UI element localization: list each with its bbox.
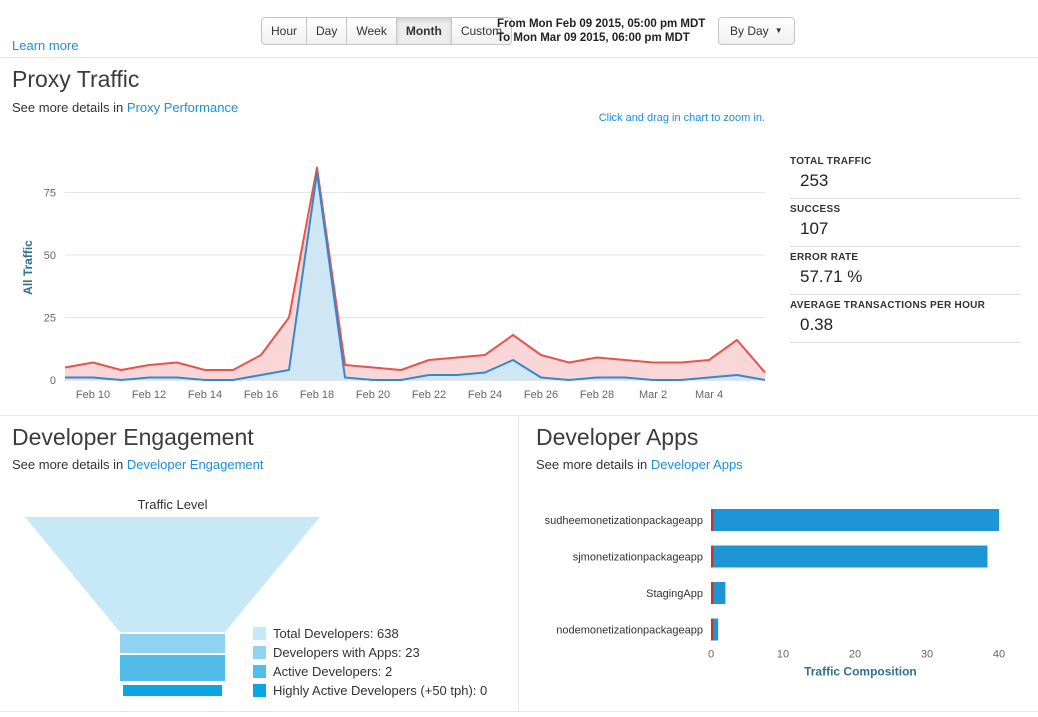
- legend-item-total-developers: Total Developers: 638: [253, 626, 487, 641]
- developer-apps-subtitle: See more details in Developer Apps: [536, 457, 743, 472]
- range-week-button[interactable]: Week: [347, 17, 396, 45]
- svg-text:20: 20: [849, 649, 861, 661]
- svg-text:Traffic Composition: Traffic Composition: [804, 665, 917, 679]
- stat-value: 253: [790, 171, 1020, 191]
- stat-avg-tph: AVERAGE TRANSACTIONS PER HOUR 0.38: [790, 295, 1020, 343]
- traffic-stats-panel: TOTAL TRAFFIC 253 SUCCESS 107 ERROR RATE…: [790, 151, 1020, 343]
- range-day-button[interactable]: Day: [307, 17, 347, 45]
- stat-label: ERROR RATE: [790, 252, 1020, 263]
- stat-value: 57.71 %: [790, 267, 1020, 287]
- stat-label: SUCCESS: [790, 204, 1020, 215]
- svg-text:Feb 14: Feb 14: [188, 389, 222, 401]
- stat-error-rate: ERROR RATE 57.71 %: [790, 247, 1020, 295]
- apps-chart: sudheemonetizationpackageapp sjmonetizati…: [519, 495, 1034, 695]
- legend-swatch-icon: [253, 684, 266, 697]
- svg-text:30: 30: [921, 649, 933, 661]
- proxy-performance-link[interactable]: Proxy Performance: [127, 100, 238, 115]
- subtitle-prefix: See more details in: [12, 100, 123, 115]
- svg-text:Feb 12: Feb 12: [132, 389, 166, 401]
- funnel-title: Traffic Level: [0, 497, 345, 512]
- svg-text:Feb 26: Feb 26: [524, 389, 558, 401]
- svg-text:10: 10: [777, 649, 789, 661]
- svg-text:50: 50: [44, 250, 56, 262]
- developer-apps-title: Developer Apps: [536, 424, 698, 451]
- legend-item-highly-active-developers: Highly Active Developers (+50 tph): 0: [253, 683, 487, 698]
- svg-text:Feb 20: Feb 20: [356, 389, 390, 401]
- legend-item-developers-with-apps: Developers with Apps: 23: [253, 645, 487, 660]
- proxy-traffic-subtitle: See more details in Proxy Performance: [12, 100, 238, 115]
- developer-apps-link[interactable]: Developer Apps: [651, 457, 743, 472]
- svg-text:Mar 4: Mar 4: [695, 389, 723, 401]
- legend-label: Active Developers: 2: [273, 664, 392, 679]
- proxy-traffic-title: Proxy Traffic: [12, 66, 139, 93]
- svg-text:75: 75: [44, 188, 56, 200]
- group-by-label: By Day: [730, 24, 769, 38]
- proxy-traffic-chart[interactable]: 0 25 50 75 Feb 10 Feb 12 Feb 14 Feb 16 Feb 18 Feb…: [0, 140, 780, 410]
- stat-label: TOTAL TRAFFIC: [790, 156, 1020, 167]
- svg-text:Feb 22: Feb 22: [412, 389, 446, 401]
- developer-apps-section: Developer Apps See more details in Devel…: [518, 417, 1038, 712]
- range-hour-button[interactable]: Hour: [261, 17, 307, 45]
- svg-text:sjmonetizationpackageapp: sjmonetizationpackageapp: [573, 552, 703, 564]
- stat-total-traffic: TOTAL TRAFFIC 253: [790, 151, 1020, 199]
- svg-text:0: 0: [50, 375, 56, 387]
- developer-engagement-section: Developer Engagement See more details in…: [0, 417, 518, 712]
- stat-label: AVERAGE TRANSACTIONS PER HOUR: [790, 300, 1020, 311]
- legend-label: Highly Active Developers (+50 tph): 0: [273, 683, 487, 698]
- subtitle-prefix: See more details in: [536, 457, 647, 472]
- caret-down-icon: ▼: [775, 27, 783, 35]
- date-to-text: To Mon Mar 09 2015, 06:00 pm MDT: [497, 31, 705, 45]
- group-by-dropdown[interactable]: By Day ▼: [718, 17, 795, 45]
- legend-item-active-developers: Active Developers: 2: [253, 664, 487, 679]
- svg-text:StagingApp: StagingApp: [646, 588, 703, 600]
- date-range-display: From Mon Feb 09 2015, 05:00 pm MDT To Mo…: [497, 17, 705, 45]
- svg-text:25: 25: [44, 313, 56, 325]
- stat-success: SUCCESS 107: [790, 199, 1020, 247]
- svg-text:sudheemonetizationpackageapp: sudheemonetizationpackageapp: [545, 515, 703, 527]
- stat-value: 0.38: [790, 315, 1020, 335]
- time-range-segmented-control: Hour Day Week Month Custom: [261, 17, 512, 45]
- svg-text:Feb 16: Feb 16: [244, 389, 278, 401]
- legend-label: Total Developers: 638: [273, 626, 399, 641]
- stat-value: 107: [790, 219, 1020, 239]
- legend-swatch-icon: [253, 646, 266, 659]
- funnel-legend: Total Developers: 638 Developers with Ap…: [253, 626, 487, 702]
- toolbar: Learn more Hour Day Week Month Custom Fr…: [0, 0, 1038, 58]
- range-month-button[interactable]: Month: [397, 17, 452, 45]
- svg-text:Feb 28: Feb 28: [580, 389, 614, 401]
- learn-more-link[interactable]: Learn more: [12, 38, 78, 53]
- svg-text:Mar 2: Mar 2: [639, 389, 667, 401]
- svg-text:nodemonetizationpackageapp: nodemonetizationpackageapp: [556, 625, 703, 637]
- developer-engagement-subtitle: See more details in Developer Engagement: [12, 457, 264, 472]
- date-from-text: From Mon Feb 09 2015, 05:00 pm MDT: [497, 17, 705, 31]
- svg-text:Feb 10: Feb 10: [76, 389, 110, 401]
- proxy-traffic-section: Proxy Traffic See more details in Proxy …: [0, 58, 1038, 416]
- subtitle-prefix: See more details in: [12, 457, 123, 472]
- svg-text:All Traffic: All Traffic: [21, 240, 35, 295]
- svg-text:40: 40: [993, 649, 1005, 661]
- legend-label: Developers with Apps: 23: [273, 645, 420, 660]
- svg-text:Feb 18: Feb 18: [300, 389, 334, 401]
- legend-swatch-icon: [253, 627, 266, 640]
- svg-text:Feb 24: Feb 24: [468, 389, 502, 401]
- legend-swatch-icon: [253, 665, 266, 678]
- developer-engagement-link[interactable]: Developer Engagement: [127, 457, 264, 472]
- zoom-hint-text: Click and drag in chart to zoom in.: [599, 112, 765, 124]
- developer-engagement-title: Developer Engagement: [12, 424, 254, 451]
- svg-text:0: 0: [708, 649, 714, 661]
